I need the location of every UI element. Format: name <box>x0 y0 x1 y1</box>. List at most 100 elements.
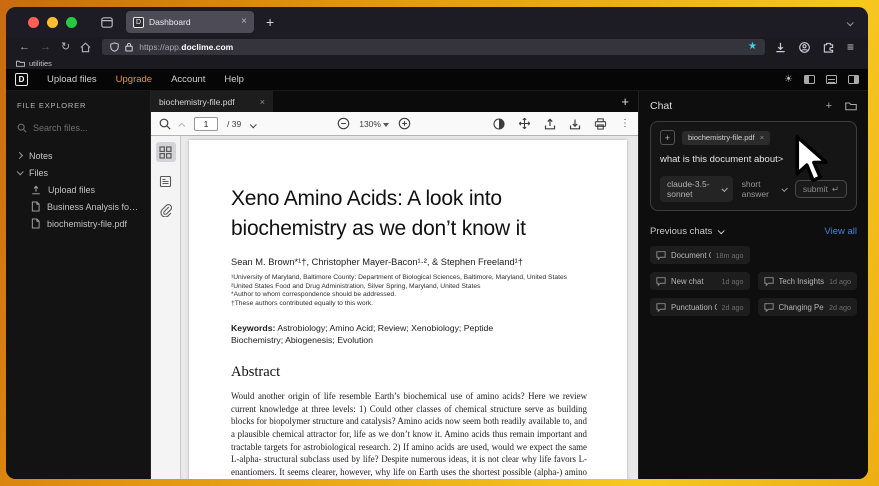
back-button[interactable]: ← <box>19 41 30 53</box>
traffic-lights[interactable] <box>28 16 77 28</box>
help-menu[interactable]: Help <box>224 74 244 85</box>
new-document-tab-button[interactable]: + <box>621 94 629 109</box>
layout-left-panel-icon[interactable] <box>804 75 815 84</box>
zoom-level-select[interactable]: 130% <box>359 119 389 129</box>
chat-header-icons: + <box>826 100 857 112</box>
abstract-heading: Abstract <box>231 363 281 380</box>
pdf-toolbar-left: / 39 <box>159 115 257 133</box>
upgrade-menu[interactable]: Upgrade <box>116 74 152 85</box>
tab-close-icon[interactable]: × <box>241 17 247 27</box>
new-tab-button[interactable]: + <box>266 14 274 30</box>
chat-folder-icon[interactable] <box>845 101 857 111</box>
tab-close-icon[interactable]: × <box>260 97 265 107</box>
extensions-icon[interactable] <box>823 42 834 53</box>
tree-item-files[interactable]: Files <box>16 164 139 181</box>
forward-button[interactable]: → <box>40 41 51 53</box>
bookmarks-bar: utilities <box>6 57 868 69</box>
paper-keywords: Keywords: Astrobiology; Amino Acid; Revi… <box>231 322 494 346</box>
app-topbar-icons: ☀ <box>784 74 859 85</box>
lock-icon[interactable] <box>125 42 133 52</box>
bookmark-folder-utilities[interactable]: utilities <box>16 59 52 68</box>
menu-hamburger-icon[interactable]: ≡ <box>847 41 854 53</box>
paper-authors: Sean M. Brown*¹†, Christopher Mayer-Baco… <box>231 257 523 267</box>
download-document-icon[interactable] <box>569 118 581 130</box>
reload-button[interactable]: ↻ <box>61 41 70 53</box>
chat-history-item[interactable]: Changing Perso... 2d ago <box>757 298 857 316</box>
more-options-kebab-icon[interactable]: ⋮ <box>620 118 630 129</box>
browser-tab-dashboard[interactable]: D Dashboard × <box>126 11 254 33</box>
downloads-icon[interactable] <box>775 42 786 53</box>
navbar-right-icons: ≡ <box>775 41 854 53</box>
chat-bubble-icon <box>763 276 774 286</box>
layout-split-panel-icon[interactable] <box>826 75 837 84</box>
view-all-link[interactable]: View all <box>824 226 857 237</box>
chat-panel: Chat + + biochemistry-file.pdf × what is… <box>638 91 868 479</box>
pdf-body: Xeno Amino Acids: A look into biochemist… <box>151 136 638 479</box>
thumbnails-view-icon[interactable] <box>155 142 176 162</box>
previous-page-chevron-icon[interactable] <box>178 115 186 133</box>
chat-bubble-icon <box>656 276 666 286</box>
document-tabbar: biochemistry-file.pdf × + <box>151 91 638 112</box>
contrast-icon[interactable] <box>493 117 505 130</box>
chat-history-item[interactable]: Punctuation Cor... 2d ago <box>650 298 750 316</box>
upload-files-menu[interactable]: Upload files <box>47 74 97 85</box>
chat-bubble-icon <box>763 302 774 312</box>
chat-history-item[interactable]: Tech Insights Ex... 1d ago <box>757 272 857 290</box>
zoom-in-icon[interactable] <box>398 117 411 130</box>
pdf-file-icon <box>31 218 40 229</box>
tab-overview-icon[interactable] <box>101 16 113 28</box>
account-icon[interactable] <box>799 41 810 53</box>
paper-affiliations: ¹University of Maryland, Baltimore Count… <box>231 274 568 308</box>
app-topbar: D Upload files Upgrade Account Help ☀ <box>6 69 868 91</box>
file-search[interactable] <box>17 123 139 133</box>
close-window-button[interactable] <box>28 16 39 28</box>
tree-item-notes[interactable]: Notes <box>15 147 139 164</box>
previous-chats-toggle[interactable]: Previous chats <box>650 226 726 237</box>
browser-tab-title: Dashboard <box>149 17 191 27</box>
mouse-cursor <box>795 135 828 183</box>
pan-tool-icon[interactable] <box>518 117 531 130</box>
chat-bubble-icon <box>656 302 666 312</box>
bookmark-star-icon[interactable]: ★ <box>748 42 757 52</box>
list-tabs-chevron-icon[interactable] <box>846 13 854 31</box>
layout-right-panel-icon[interactable] <box>848 75 859 84</box>
upload-icon <box>31 185 41 195</box>
search-input[interactable] <box>33 123 133 133</box>
pdf-toolbar-zoom: 130% <box>337 117 411 130</box>
chat-history-item[interactable]: Document Ove... 18m ago <box>650 246 750 264</box>
remove-attachment-icon[interactable]: × <box>760 133 764 142</box>
maximize-window-button[interactable] <box>66 16 77 28</box>
answer-mode-select[interactable]: short answer <box>742 179 788 199</box>
attachment-chip-biochemistry[interactable]: biochemistry-file.pdf × <box>682 130 771 145</box>
tree-item-biochemistry-pdf[interactable]: biochemistry-file.pdf <box>17 215 139 232</box>
print-icon[interactable] <box>594 117 607 130</box>
upload-document-icon[interactable] <box>544 117 556 130</box>
tree-item-business-analysis-pdf[interactable]: Business Analysis for Pra... <box>17 198 139 215</box>
document-outline-icon[interactable] <box>156 171 176 191</box>
pdf-file-icon <box>31 201 40 212</box>
previous-chats-row: Previous chats View all <box>650 226 857 237</box>
next-page-chevron-icon[interactable] <box>249 115 257 133</box>
page-number-input[interactable] <box>194 116 218 131</box>
minimize-window-button[interactable] <box>47 16 58 28</box>
model-select[interactable]: claude-3.5-sonnet <box>660 176 733 202</box>
doclime-logo[interactable]: D <box>15 73 28 86</box>
account-menu[interactable]: Account <box>171 74 205 85</box>
browser-window: D Dashboard × + ← → ↻ https://app.doclim… <box>6 7 868 479</box>
document-tab-biochemistry[interactable]: biochemistry-file.pdf × <box>151 91 273 112</box>
tree-item-upload-files[interactable]: Upload files <box>17 181 139 198</box>
chat-history-item[interactable]: New chat 1d ago <box>650 272 750 290</box>
tracking-shield-icon[interactable] <box>110 42 119 52</box>
home-button[interactable] <box>80 41 91 53</box>
attachments-paperclip-icon[interactable] <box>156 200 176 220</box>
doclime-app: D Upload files Upgrade Account Help ☀ FI… <box>6 69 868 479</box>
add-attachment-button[interactable]: + <box>660 130 675 145</box>
theme-toggle-sun-icon[interactable]: ☀ <box>784 74 793 85</box>
new-chat-plus-icon[interactable]: + <box>826 100 832 112</box>
chat-title: Chat <box>650 100 673 112</box>
pdf-viewer[interactable]: Xeno Amino Acids: A look into biochemist… <box>181 136 638 479</box>
chevron-right-icon <box>15 151 24 160</box>
zoom-out-icon[interactable] <box>337 117 350 130</box>
pdf-search-icon[interactable] <box>159 118 171 130</box>
url-bar[interactable]: https://app.doclime.com ★ <box>102 39 765 55</box>
